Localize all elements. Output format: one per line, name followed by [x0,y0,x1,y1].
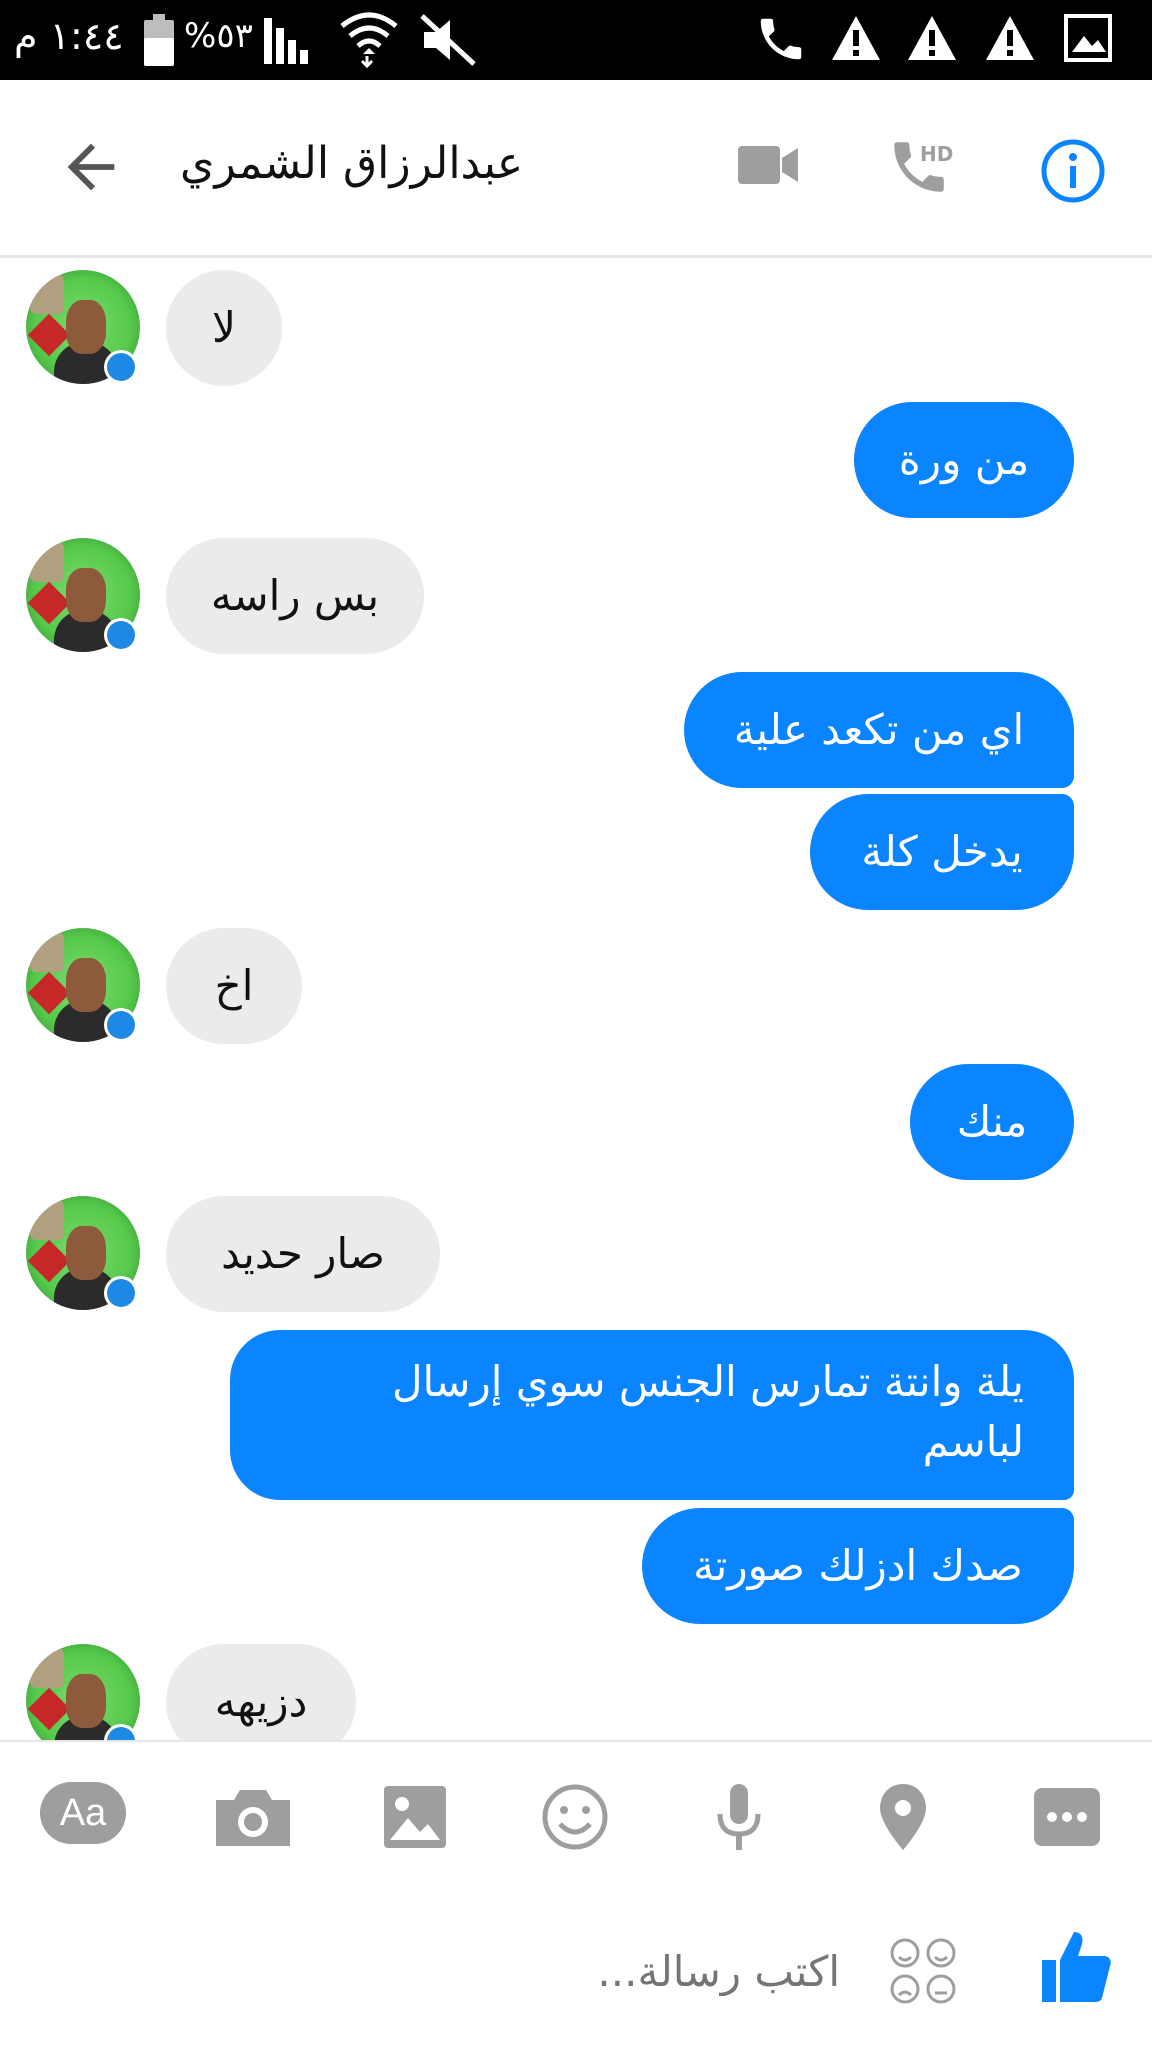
more-icon[interactable] [1024,1782,1110,1852]
wifi-icon [340,12,398,68]
conversation-header: عبدالرزاق الشمري HD [0,80,1152,258]
composer-toolbar: Aa [0,1740,1152,1890]
message-bubble-incoming[interactable]: دزيهه [166,1644,356,1740]
message-composer [0,1890,1152,2048]
message-bubble-incoming[interactable]: بس راسه [166,538,424,654]
messenger-badge-icon [104,1276,138,1310]
message-list[interactable]: لا من ورة بس راسه اي من تكعد علية يدخل ك… [0,258,1152,1740]
contact-name[interactable]: عبدالرزاق الشمري [180,138,523,189]
hd-label: HD [920,142,954,166]
message-bubble-outgoing[interactable]: منك [910,1064,1074,1180]
gallery-icon[interactable] [372,1782,458,1852]
camera-icon[interactable] [210,1782,296,1852]
warning-icon [986,16,1034,60]
image-icon [1064,14,1112,62]
message-bubble-outgoing[interactable]: يلة وانتة تمارس الجنس سوي إرسال لباسم [230,1330,1074,1500]
microphone-icon[interactable] [696,1782,782,1852]
emoji-icon[interactable] [532,1782,618,1852]
signal-icon [264,18,308,64]
message-input[interactable] [300,1926,840,2016]
info-icon[interactable] [1040,138,1106,204]
text-format-label: Aa [40,1782,126,1844]
messenger-badge-icon [104,1008,138,1042]
like-icon[interactable] [1040,1928,1112,2004]
status-bar: ١:٤٤ م %٥٣ [0,0,1152,80]
location-icon[interactable] [860,1782,946,1852]
warning-icon [832,16,880,60]
message-bubble-outgoing[interactable]: اي من تكعد علية [684,672,1074,788]
battery-icon [144,14,174,66]
message-bubble-outgoing[interactable]: صدك ادزلك صورتة [642,1508,1074,1624]
message-bubble-outgoing[interactable]: من ورة [854,402,1074,518]
messenger-badge-icon [104,618,138,652]
back-arrow-icon[interactable] [56,132,126,202]
message-bubble-incoming[interactable]: اخ [166,928,302,1044]
messenger-badge-icon [104,350,138,384]
mute-icon [420,14,476,66]
warning-icon [908,16,956,60]
video-call-icon[interactable] [736,142,800,188]
message-bubble-outgoing[interactable]: يدخل كلة [810,794,1074,910]
text-format-icon[interactable]: Aa [40,1782,126,1852]
message-bubble-incoming[interactable]: صار حديد [166,1196,440,1312]
message-bubble-incoming[interactable]: لا [166,270,282,386]
phone-icon [760,18,802,60]
battery-percentage: %٥٣ [184,16,253,56]
status-time: ١:٤٤ م [14,14,124,58]
stickers-icon[interactable] [888,1936,958,2006]
